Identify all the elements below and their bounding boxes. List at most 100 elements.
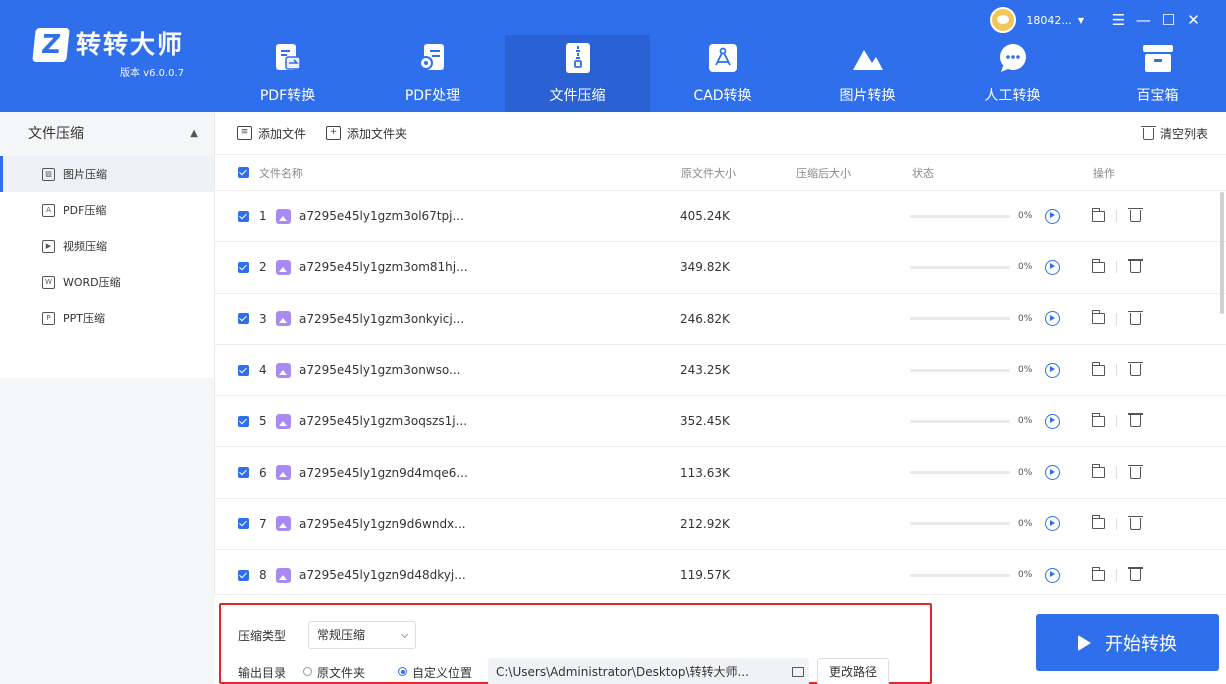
radio-custom-location[interactable] bbox=[398, 667, 407, 676]
row-checkbox[interactable] bbox=[238, 415, 249, 427]
nav-tab-cad[interactable]: CAD转换 bbox=[650, 35, 795, 112]
table-row[interactable]: 4 a7295e45ly1gzm3onwso... 243.25K 0% bbox=[215, 345, 1226, 397]
add-file-button[interactable]: ≡ 添加文件 bbox=[237, 125, 306, 142]
app-name: 转转大师 bbox=[76, 30, 185, 59]
output-path-field[interactable]: C:\Users\Administrator\Desktop\转转大师... bbox=[488, 658, 809, 684]
image-icon: ▨ bbox=[42, 167, 55, 181]
table-row[interactable]: 7 a7295e45ly1gzn9d6wndx... 212.92K 0% bbox=[215, 499, 1226, 551]
trash-icon[interactable] bbox=[1128, 259, 1143, 274]
folder-icon[interactable] bbox=[1092, 258, 1105, 273]
play-icon[interactable] bbox=[1045, 465, 1060, 481]
nav-tab-label: 文件压缩 bbox=[549, 88, 606, 104]
menu-icon[interactable]: ☰ bbox=[1106, 8, 1131, 32]
trash-icon[interactable] bbox=[1128, 567, 1143, 582]
zip-icon bbox=[561, 41, 595, 75]
browse-folder-icon[interactable] bbox=[792, 667, 804, 677]
user-avatar[interactable] bbox=[990, 7, 1017, 33]
user-name[interactable]: 18042... bbox=[1026, 14, 1071, 27]
pdf-process-icon bbox=[416, 41, 450, 75]
table-row[interactable]: 5 a7295e45ly1gzm3oqszs1j... 352.45K 0% bbox=[215, 396, 1226, 448]
folder-icon[interactable] bbox=[1092, 566, 1105, 581]
row-number: 2 bbox=[259, 260, 267, 275]
sidebar-item-video-compress[interactable]: ▶ 视频压缩 bbox=[0, 228, 214, 264]
folder-icon[interactable] bbox=[1092, 361, 1105, 376]
row-checkbox[interactable] bbox=[238, 364, 249, 376]
folder-icon[interactable] bbox=[1092, 464, 1105, 479]
nav-tab-file-compress[interactable]: 文件压缩 bbox=[505, 35, 650, 112]
row-checkbox[interactable] bbox=[238, 210, 249, 222]
vertical-scrollbar[interactable] bbox=[1220, 192, 1224, 314]
action-divider bbox=[1116, 466, 1117, 479]
file-name: a7295e45ly1gzm3onwso... bbox=[299, 363, 461, 378]
compress-type-select[interactable]: 常规压缩 bbox=[308, 621, 416, 649]
sidebar-item-word-compress[interactable]: W WORD压缩 bbox=[0, 264, 214, 300]
row-checkbox[interactable] bbox=[238, 467, 249, 479]
nav-tab-label: PDF处理 bbox=[404, 88, 461, 104]
row-checkbox[interactable] bbox=[238, 518, 249, 530]
nav-tab-toolbox[interactable]: 百宝箱 bbox=[1085, 35, 1226, 112]
column-header-original-size: 原文件大小 bbox=[681, 166, 736, 180]
trash-icon[interactable] bbox=[1128, 362, 1143, 377]
image-file-icon bbox=[276, 516, 291, 532]
trash-icon[interactable] bbox=[1128, 413, 1143, 428]
add-folder-button[interactable]: + 添加文件夹 bbox=[326, 125, 407, 142]
image-file-icon bbox=[276, 567, 291, 583]
sidebar-item-ppt-compress[interactable]: P PPT压缩 bbox=[0, 300, 214, 336]
table-row[interactable]: 1 a7295e45ly1gzm3ol67tpj... 405.24K 0% bbox=[215, 191, 1226, 243]
play-icon[interactable] bbox=[1045, 259, 1060, 275]
play-icon[interactable] bbox=[1045, 567, 1060, 583]
table-row[interactable]: 3 a7295e45ly1gzm3onkyicj... 246.82K 0% bbox=[215, 294, 1226, 345]
row-number: 5 bbox=[259, 414, 267, 429]
row-checkbox[interactable] bbox=[238, 313, 249, 325]
close-icon[interactable]: ✕ bbox=[1181, 8, 1206, 32]
table-row[interactable]: 2 a7295e45ly1gzm3om81hj... 349.82K 0% bbox=[215, 242, 1226, 294]
play-icon[interactable] bbox=[1045, 208, 1060, 224]
row-checkbox[interactable] bbox=[238, 569, 249, 581]
trash-icon[interactable] bbox=[1128, 515, 1143, 530]
progress-bar bbox=[910, 573, 1010, 577]
sidebar-item-label: WORD压缩 bbox=[63, 276, 121, 289]
play-icon[interactable] bbox=[1045, 516, 1060, 532]
radio-original-folder-label[interactable]: 原文件夹 bbox=[317, 664, 365, 681]
play-icon[interactable] bbox=[1045, 413, 1060, 429]
action-divider bbox=[1116, 517, 1117, 530]
trash-icon[interactable] bbox=[1128, 310, 1143, 325]
start-convert-button[interactable]: 开始转换 bbox=[1036, 614, 1219, 671]
trash-icon[interactable] bbox=[1128, 464, 1143, 479]
row-number: 8 bbox=[259, 568, 267, 583]
select-all-checkbox[interactable] bbox=[238, 167, 249, 178]
add-file-icon: ≡ bbox=[237, 126, 252, 140]
clear-list-button[interactable]: 清空列表 bbox=[1140, 125, 1208, 142]
nav-tab-pdf-process[interactable]: PDF处理 bbox=[360, 35, 505, 112]
app-logo-icon: Z bbox=[32, 28, 70, 62]
progress-percent: 0% bbox=[1018, 570, 1033, 581]
original-size: 246.82K bbox=[680, 311, 730, 326]
nav-tab-manual[interactable]: 人工转换 bbox=[940, 35, 1085, 112]
minimize-icon[interactable]: — bbox=[1131, 8, 1156, 32]
sidebar-item-image-compress[interactable]: ▨ 图片压缩 bbox=[0, 156, 214, 192]
original-size: 113.63K bbox=[680, 465, 730, 480]
play-icon[interactable] bbox=[1045, 311, 1060, 327]
row-checkbox[interactable] bbox=[238, 261, 249, 273]
video-icon: ▶ bbox=[42, 239, 55, 253]
folder-icon[interactable] bbox=[1092, 207, 1105, 222]
radio-custom-location-label[interactable]: 自定义位置 bbox=[412, 664, 472, 681]
trash-icon[interactable] bbox=[1128, 208, 1143, 223]
folder-icon[interactable] bbox=[1092, 412, 1105, 427]
change-path-button[interactable]: 更改路径 bbox=[817, 658, 889, 684]
table-row[interactable]: 6 a7295e45ly1gzn9d4mqe6... 113.63K 0% bbox=[215, 447, 1226, 499]
play-icon[interactable] bbox=[1045, 362, 1060, 378]
folder-icon[interactable] bbox=[1092, 310, 1105, 325]
chevron-down-icon[interactable]: ▼ bbox=[1078, 16, 1084, 25]
nav-tab-image[interactable]: 图片转换 bbox=[795, 35, 940, 112]
trash-icon bbox=[1140, 125, 1156, 140]
radio-original-folder[interactable] bbox=[303, 667, 312, 676]
folder-icon[interactable] bbox=[1092, 515, 1105, 530]
main-nav: PDF转换 PDF处理 文件压缩 CAD转换 图片转换 人工转换 百宝箱 bbox=[215, 35, 1226, 112]
maximize-icon[interactable]: ☐ bbox=[1156, 8, 1181, 32]
row-number: 1 bbox=[259, 209, 267, 224]
collapse-caret-icon[interactable]: ▲ bbox=[190, 112, 198, 156]
sidebar-section-header[interactable]: 文件压缩 ▲ bbox=[0, 112, 214, 156]
nav-tab-pdf-convert[interactable]: PDF转换 bbox=[215, 35, 360, 112]
sidebar-item-pdf-compress[interactable]: A PDF压缩 bbox=[0, 192, 214, 228]
